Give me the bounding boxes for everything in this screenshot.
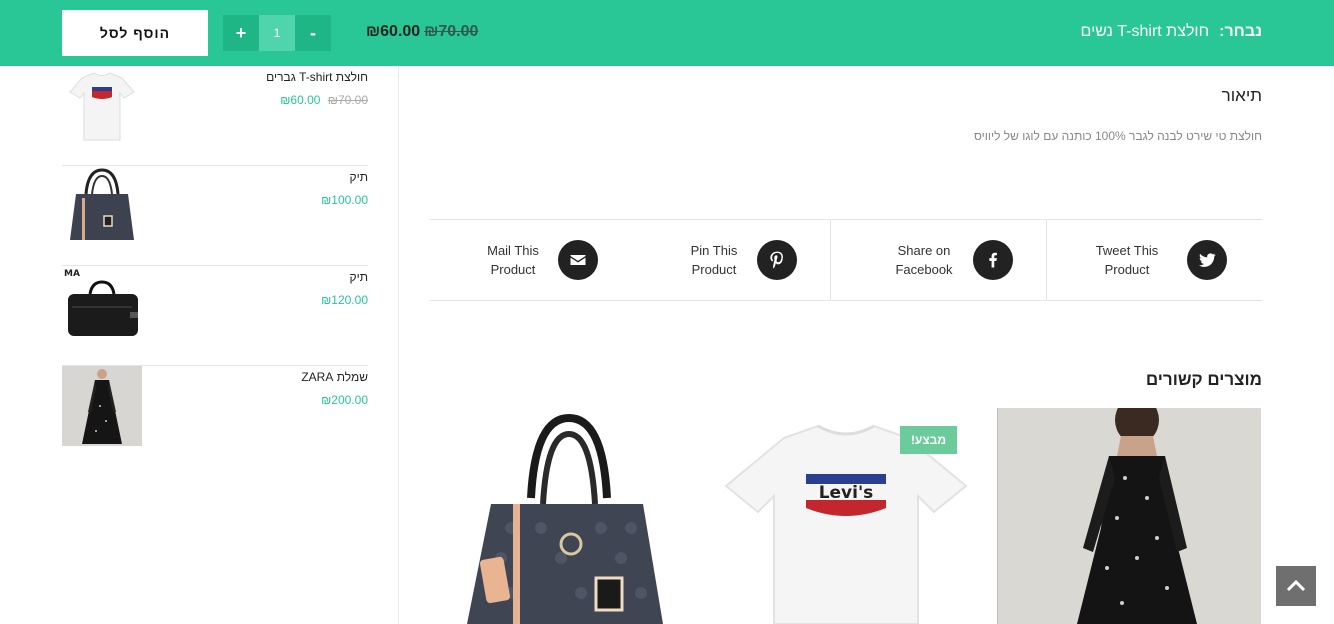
price-new: ₪120.00: [321, 293, 368, 307]
share-facebook-label: Share on Facebook: [895, 243, 953, 277]
sidebar-product-price: ₪120.00: [321, 293, 368, 307]
price-old: ₪70.00: [327, 93, 368, 107]
price-new: ₪60.00: [366, 23, 421, 40]
sidebar-product-name[interactable]: תיק: [350, 170, 369, 184]
back-to-top-button[interactable]: [1276, 566, 1316, 606]
description-text: חולצת טי שירט לבנה לגבר 100% כותנה עם לו…: [973, 129, 1262, 143]
quantity-stepper: + 1 -: [223, 15, 331, 51]
chosen-product-name: חולצת T-shirt נשים: [1080, 23, 1210, 40]
levis-logo: Levi's: [819, 483, 874, 503]
share-mail-button[interactable]: Mail This Product: [429, 220, 629, 300]
facebook-icon: [973, 240, 1013, 280]
sidebar-product[interactable]: חולצת T-shirt גברים ₪60.00 ₪70.00: [62, 66, 368, 166]
price-new: ₪200.00: [321, 393, 368, 407]
twitter-icon: [1187, 240, 1227, 280]
sale-badge: מבצע!: [900, 426, 957, 454]
sidebar-product-price: ₪60.00 ₪70.00: [280, 93, 368, 107]
sticky-price: ₪60.00 ₪70.00: [366, 23, 478, 41]
share-bar: Tweet This Product Share on Facebook Pin T…: [429, 219, 1262, 301]
qty-input[interactable]: 1: [259, 15, 295, 51]
sidebar-product[interactable]: שמלת ZARA ₪200.00: [62, 366, 368, 466]
add-to-cart-button[interactable]: הוסף לסל: [62, 10, 208, 56]
price-new: ₪100.00: [321, 193, 368, 207]
brand-logo: MA: [64, 269, 80, 279]
handbag-image[interactable]: [431, 408, 695, 624]
share-mail-label: Mail This Product: [487, 243, 539, 277]
chosen-product: נבחר: חולצת T-shirt נשים: [1081, 23, 1262, 41]
share-twitter-button[interactable]: Tweet This Product: [1047, 220, 1262, 300]
price-old: ₪70.00: [424, 23, 479, 40]
dress-thumbnail[interactable]: [62, 366, 142, 446]
tshirt-thumbnail[interactable]: [62, 66, 142, 146]
price-new: ₪60.00: [280, 93, 321, 107]
leather-bag-thumbnail[interactable]: MA: [62, 266, 142, 346]
share-pinterest-label: Pin This Product: [690, 243, 738, 277]
sidebar-product[interactable]: MA תיק ₪120.00: [62, 266, 368, 366]
sidebar-product-price: ₪100.00: [321, 193, 368, 207]
related-products-title: מוצרים קשורים: [1145, 370, 1262, 389]
sidebar-product-name[interactable]: שמלת ZARA: [301, 370, 368, 384]
chosen-label: נבחר:: [1219, 23, 1262, 40]
sidebar-product-name[interactable]: חולצת T-shirt גברים: [266, 70, 368, 84]
related-product-card[interactable]: [431, 408, 695, 624]
sidebar-product[interactable]: תיק ₪100.00: [62, 166, 368, 266]
sidebar-product-price: ₪200.00: [321, 393, 368, 407]
related-product-card[interactable]: [997, 408, 1261, 624]
chevron-up-icon: [1286, 579, 1306, 592]
handbag-thumbnail[interactable]: [62, 166, 142, 246]
dress-image[interactable]: [997, 408, 1261, 624]
sidebar-product-name[interactable]: תיק: [350, 270, 369, 284]
share-pinterest-button[interactable]: Pin This Product: [629, 220, 829, 300]
share-facebook-button[interactable]: Share on Facebook: [831, 220, 1046, 300]
envelope-icon: [558, 240, 598, 280]
sticky-cart-bar: נבחר: חולצת T-shirt נשים ₪60.00 ₪70.00 + 1…: [0, 0, 1334, 66]
qty-minus-button[interactable]: -: [295, 15, 331, 51]
sidebar-products: חולצת T-shirt גברים ₪60.00 ₪70.00 תיק ₪1…: [62, 66, 368, 466]
qty-plus-button[interactable]: +: [223, 15, 259, 51]
column-divider: [398, 66, 399, 624]
share-twitter-label: Tweet This Product: [1095, 243, 1159, 277]
description-title: תיאור: [1221, 86, 1262, 105]
